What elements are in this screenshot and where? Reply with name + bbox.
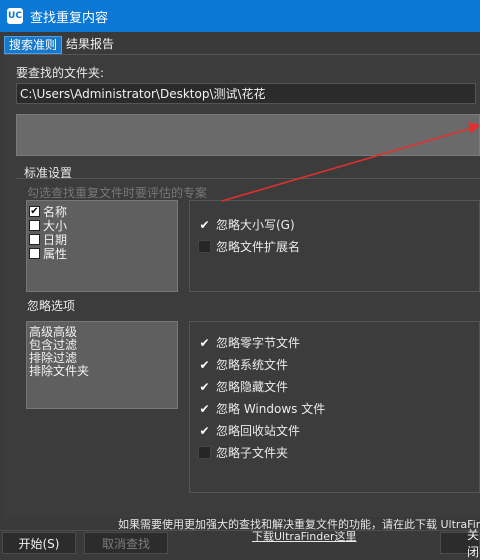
ignore-subfolders-option[interactable]: 忽略子文件夹 bbox=[198, 444, 288, 461]
checkbox-icon[interactable] bbox=[198, 446, 211, 459]
ignore-extension-option[interactable]: 忽略文件扩展名 bbox=[198, 238, 300, 255]
tab-results-report[interactable]: 结果报告 bbox=[62, 36, 118, 52]
ignore-system-files-option[interactable]: ✔ 忽略系统文件 bbox=[198, 356, 288, 373]
criteria-hint: 勾选查找重复文件时要评估的专案 bbox=[27, 186, 208, 200]
check-icon[interactable]: ✔ bbox=[198, 424, 211, 437]
check-icon[interactable]: ✔ bbox=[198, 380, 211, 393]
window-title: 查找重复内容 bbox=[30, 10, 109, 26]
ignore-windows-files-option[interactable]: ✔ 忽略 Windows 文件 bbox=[198, 400, 325, 417]
checkbox-icon[interactable] bbox=[29, 234, 40, 245]
app-icon: UC bbox=[7, 8, 23, 24]
criteria-item-attributes[interactable]: 属性 bbox=[29, 245, 67, 262]
ignore-zero-byte-option[interactable]: ✔ 忽略零字节文件 bbox=[198, 334, 300, 351]
title-bar: UC 查找重复内容 bbox=[0, 0, 480, 32]
criteria-list[interactable]: ✔ 名称 大小 日期 属性 bbox=[26, 200, 178, 292]
tab-search-criteria[interactable]: 搜索准则 bbox=[4, 36, 63, 54]
bottom-divider bbox=[0, 530, 480, 531]
ignore-recycle-bin-option[interactable]: ✔ 忽略回收站文件 bbox=[198, 422, 300, 439]
check-icon[interactable]: ✔ bbox=[198, 402, 211, 415]
check-icon[interactable]: ✔ bbox=[198, 218, 211, 231]
filter-item[interactable]: 排除文件夹 bbox=[29, 362, 89, 379]
ignore-case-option[interactable]: ✔ 忽略大小写(G) bbox=[198, 216, 294, 233]
check-icon[interactable]: ✔ bbox=[198, 358, 211, 371]
check-icon[interactable]: ✔ bbox=[198, 336, 211, 349]
folder-list[interactable] bbox=[16, 114, 480, 156]
ignore-hidden-files-option[interactable]: ✔ 忽略隐藏文件 bbox=[198, 378, 288, 395]
close-button[interactable]: 关闭 bbox=[440, 528, 480, 559]
start-button[interactable]: 开始(S) bbox=[2, 532, 76, 554]
checkbox-checked-icon[interactable]: ✔ bbox=[29, 206, 40, 217]
filter-list[interactable]: 高级高级 包含过滤 排除过滤 排除文件夹 bbox=[26, 321, 178, 409]
tab-strip: 搜索准则 结果报告 bbox=[4, 36, 118, 54]
checkbox-icon[interactable] bbox=[198, 240, 211, 253]
standard-settings-divider bbox=[16, 178, 480, 179]
ignore-options-title: 忽略选项 bbox=[27, 299, 76, 313]
folder-path-field[interactable]: C:\Users\Administrator\Desktop\测试\花花 bbox=[16, 83, 476, 104]
cancel-search-button[interactable]: 取消查找 bbox=[84, 532, 168, 554]
checkbox-icon[interactable] bbox=[29, 220, 40, 231]
checkbox-icon[interactable] bbox=[29, 248, 40, 259]
folder-label: 要查找的文件夹: bbox=[16, 66, 105, 80]
